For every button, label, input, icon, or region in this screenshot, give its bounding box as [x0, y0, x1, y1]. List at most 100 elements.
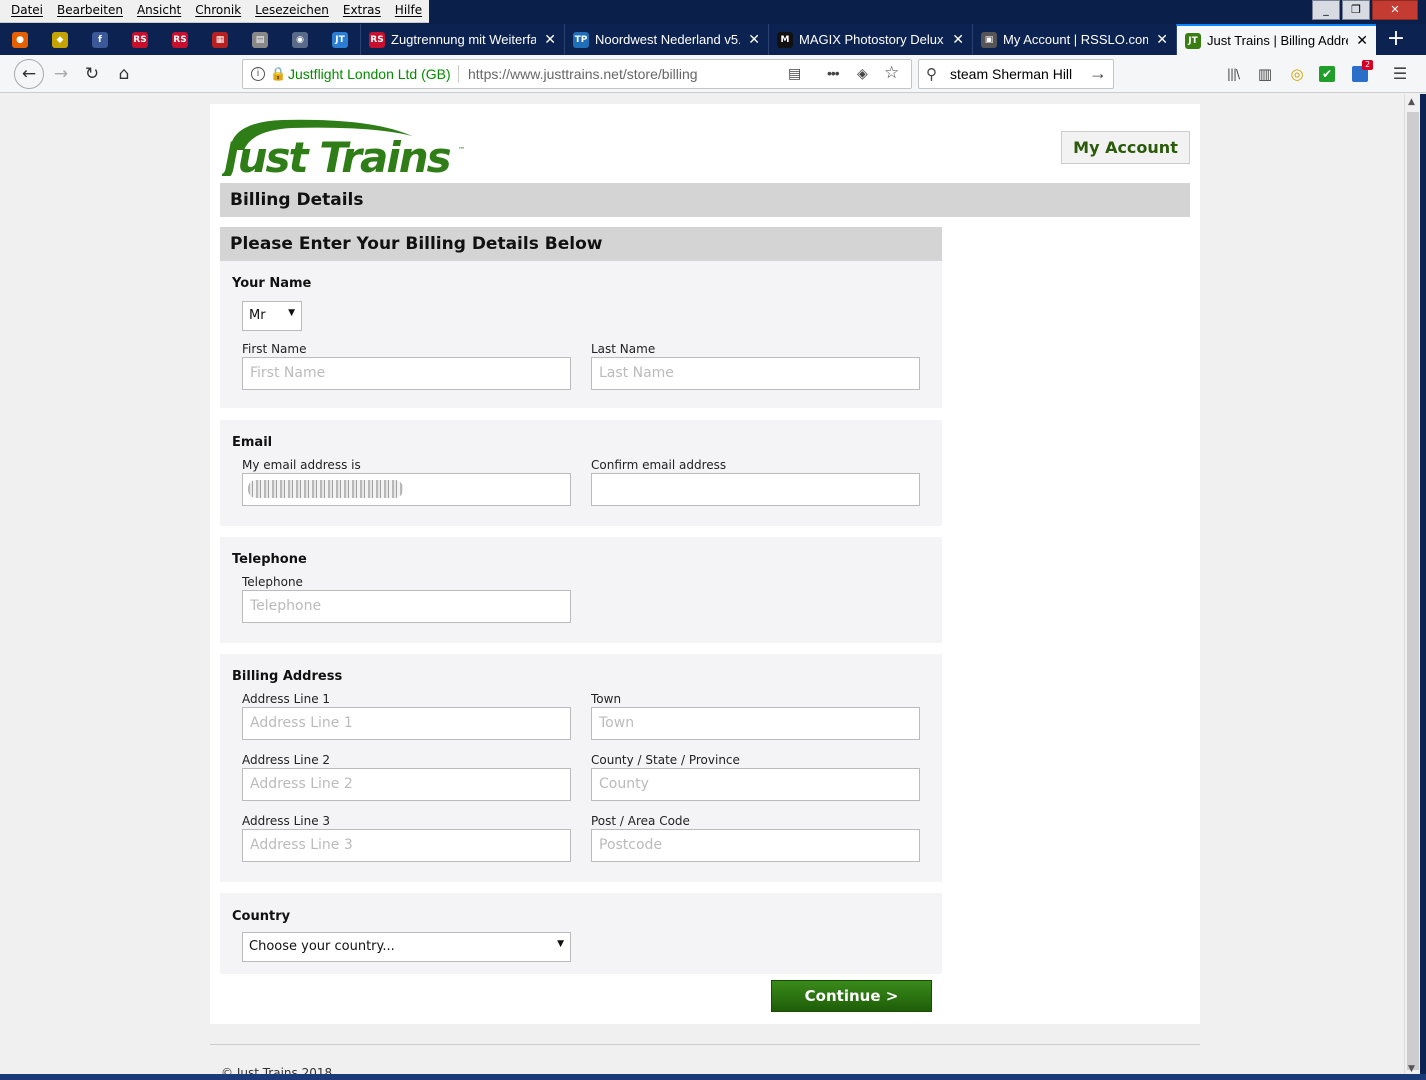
close-window-button[interactable]: ✕ — [1372, 0, 1418, 20]
redacted-email — [248, 480, 403, 498]
tab-magix[interactable]: M MAGIX Photostory Deluxe - ✕ — [768, 24, 972, 55]
country-select[interactable]: Choose your country... ▼ — [242, 932, 571, 962]
scroll-down-icon[interactable]: ▼ — [1408, 1064, 1415, 1074]
extension-check-icon[interactable]: ✔ — [1319, 66, 1335, 82]
search-input[interactable]: steam Sherman Hill — [950, 66, 1072, 82]
scroll-up-icon[interactable]: ▲ — [1408, 97, 1415, 107]
close-tab-icon[interactable]: ✕ — [1156, 31, 1168, 48]
menu-lesezeichen[interactable]: Lesezeichen — [248, 0, 336, 22]
library-icon[interactable]: |||\ — [1223, 64, 1243, 84]
rs-icon: RS — [369, 31, 385, 48]
hamburger-menu-icon[interactable]: ☰ — [1390, 64, 1410, 84]
lock-icon: 🔒 — [270, 66, 287, 81]
logo-text: Just Trains — [222, 133, 451, 176]
pinned-tab-facebook[interactable]: f — [80, 24, 120, 55]
pinned-tab-globe[interactable]: ◉ — [280, 24, 320, 55]
facebook-icon: f — [92, 31, 108, 48]
pinned-tab-train-sim[interactable]: ▦ — [200, 24, 240, 55]
menu-chronik[interactable]: Chronik — [188, 0, 248, 22]
pinned-tab-rs-2[interactable]: RS — [160, 24, 200, 55]
diamond-icon: ◆ — [52, 31, 68, 48]
salutation-value: Mr — [249, 308, 266, 323]
url-text[interactable]: https://www.justtrains.net/store/billing — [468, 66, 698, 82]
page-actions-icon[interactable]: ••• — [827, 65, 840, 81]
home-button[interactable]: ⌂ — [110, 60, 138, 88]
menu-extras[interactable]: Extras — [336, 0, 388, 22]
my-account-button[interactable]: My Account — [1061, 131, 1190, 164]
address-line-3-label: Address Line 3 — [242, 814, 331, 828]
info-icon[interactable]: i — [251, 67, 265, 81]
bookmark-star-icon[interactable]: ☆ — [884, 63, 899, 83]
section-title-address: Billing Address — [232, 669, 343, 684]
maximize-button[interactable]: ❐ — [1342, 0, 1370, 20]
tab-zugtrennung[interactable]: RS Zugtrennung mit Weiterfah ✕ — [360, 24, 564, 55]
menu-hilfe[interactable]: Hilfe — [388, 0, 429, 22]
postcode-label: Post / Area Code — [591, 814, 690, 828]
town-input[interactable]: Town — [591, 707, 920, 740]
navigation-toolbar: ← → ↻ ⌂ i 🔒 Justflight London Ltd (GB) h… — [0, 55, 1426, 93]
postcode-input[interactable]: Postcode — [591, 829, 920, 862]
close-tab-icon[interactable]: ✕ — [952, 31, 964, 48]
train-icon: ▣ — [981, 31, 997, 48]
new-tab-button[interactable]: + — [1376, 24, 1416, 55]
section-title-country: Country — [232, 909, 291, 924]
sidebar-icon[interactable]: ▥ — [1255, 64, 1275, 84]
pinned-tab-jt[interactable]: JT — [320, 24, 360, 55]
window-controls: _ ❐ ✕ — [1310, 0, 1418, 20]
firefox-icon: ● — [12, 31, 28, 48]
menu-list: Datei Bearbeiten Ansicht Chronik Lesezei… — [0, 0, 430, 23]
address-line-2-input[interactable]: Address Line 2 — [242, 768, 571, 801]
pinned-tab-diamond[interactable]: ◆ — [40, 24, 80, 55]
close-tab-icon[interactable]: ✕ — [748, 31, 760, 48]
scrollbar-thumb[interactable] — [1407, 112, 1419, 1070]
page-viewport: Just Trains ™ My Account Billing Details… — [0, 94, 1404, 1080]
last-name-input[interactable]: Last Name — [591, 357, 920, 390]
tab-noordwest[interactable]: TP Noordwest Nederland v5.0 ✕ — [564, 24, 768, 55]
pocket-icon[interactable]: ◈ — [857, 65, 868, 82]
chevron-down-icon: ▼ — [557, 939, 564, 949]
address-line-1-input[interactable]: Address Line 1 — [242, 707, 571, 740]
first-name-input[interactable]: First Name — [242, 357, 571, 390]
search-go-icon[interactable]: → — [1089, 63, 1107, 84]
tab-rsslo[interactable]: ▣ My Account | RSSLO.com ✕ — [972, 24, 1176, 55]
search-bar[interactable]: ⚲ steam Sherman Hill → — [918, 59, 1114, 89]
salutation-select[interactable]: Mr ▼ — [242, 301, 302, 331]
forward-button[interactable]: → — [47, 60, 75, 88]
country-section: Country Choose your country... ▼ — [220, 893, 942, 974]
close-tab-icon[interactable]: ✕ — [1356, 32, 1368, 49]
menu-bearbeiten[interactable]: Bearbeiten — [50, 0, 130, 22]
back-button[interactable]: ← — [14, 59, 44, 89]
telephone-input[interactable]: Telephone — [242, 590, 571, 623]
pinned-tab-page[interactable]: ▤ — [240, 24, 280, 55]
footer-divider — [210, 1044, 1200, 1045]
menu-ansicht[interactable]: Ansicht — [130, 0, 188, 22]
section-title-telephone: Telephone — [232, 552, 307, 567]
trademark-symbol: ™ — [458, 146, 465, 154]
menu-datei[interactable]: Datei — [4, 0, 50, 22]
taskbar-edge — [0, 1074, 1426, 1080]
vertical-scrollbar[interactable]: ▲ ▼ — [1404, 94, 1420, 1080]
address-line-3-input[interactable]: Address Line 3 — [242, 829, 571, 862]
just-trains-logo: Just Trains ™ — [222, 119, 465, 176]
url-separator — [458, 65, 459, 83]
reader-view-icon[interactable]: ▤ — [788, 65, 801, 82]
form-title: Please Enter Your Billing Details Below — [220, 227, 942, 261]
county-input[interactable]: County — [591, 768, 920, 801]
email-input[interactable] — [242, 473, 571, 506]
email-section: Email My email address is Confirm email … — [220, 420, 942, 526]
extension-search-icon[interactable]: ◎ — [1287, 64, 1307, 84]
pinned-tab-rs-1[interactable]: RS — [120, 24, 160, 55]
search-icon: ⚲ — [926, 66, 937, 83]
confirm-email-input[interactable] — [591, 473, 920, 506]
continue-button[interactable]: Continue > — [771, 980, 932, 1012]
url-bar[interactable]: i 🔒 Justflight London Ltd (GB) https://w… — [242, 59, 912, 89]
confirm-email-label: Confirm email address — [591, 458, 727, 472]
close-tab-icon[interactable]: ✕ — [544, 31, 556, 48]
minimize-button[interactable]: _ — [1312, 0, 1340, 20]
pinned-tab-firefox[interactable]: ● — [0, 24, 40, 55]
extension-badge-icon[interactable]: 2 — [1352, 60, 1374, 82]
site-identity[interactable]: Justflight London Ltd (GB) — [288, 66, 451, 82]
tab-just-trains-billing[interactable]: JT Just Trains | Billing Address ✕ — [1176, 24, 1376, 55]
reload-button[interactable]: ↻ — [78, 60, 106, 88]
telephone-label: Telephone — [242, 575, 303, 589]
